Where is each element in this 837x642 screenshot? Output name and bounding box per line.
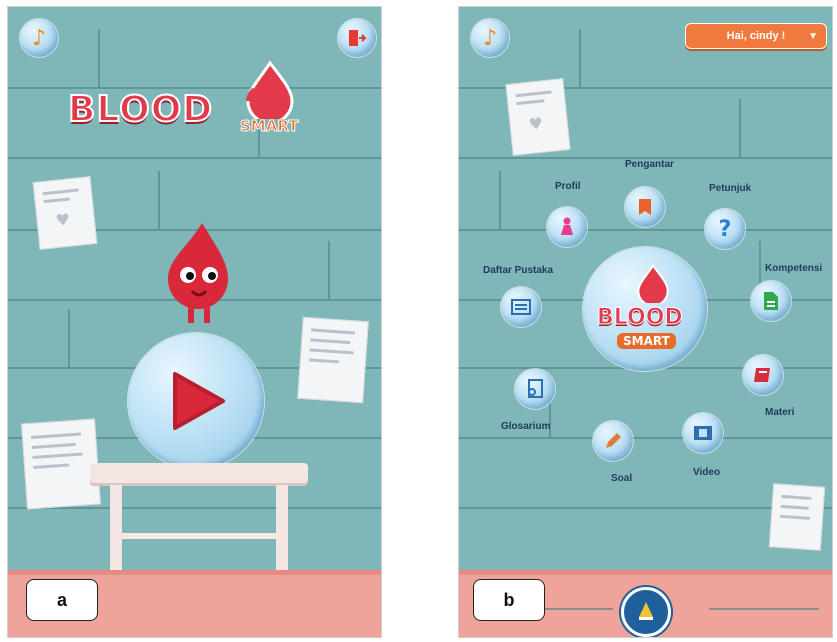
floor-divider-left	[543, 608, 613, 610]
screen-a-home: ♥ ♪ BLOOD SMART a	[7, 6, 382, 638]
menu-label: Glosarium	[501, 421, 551, 432]
exit-door-icon[interactable]	[338, 19, 376, 57]
play-icon	[173, 372, 225, 430]
chevron-down-icon: ▼	[808, 30, 818, 42]
table	[90, 463, 308, 587]
film-icon[interactable]	[683, 413, 723, 453]
document-icon[interactable]	[751, 281, 791, 321]
menu-label: Materi	[765, 407, 795, 418]
blood-drop-mascot	[158, 219, 238, 329]
center-logo-main: BLOOD	[597, 305, 684, 331]
music-note-icon[interactable]: ♪	[471, 19, 509, 57]
menu-label: Daftar Pustaka	[483, 265, 554, 276]
menu-label: Pengantar	[625, 159, 674, 170]
play-button[interactable]	[128, 333, 264, 469]
book-icon[interactable]	[743, 355, 783, 395]
poster-paper: ♥	[32, 176, 98, 250]
menu-label: Soal	[611, 473, 633, 484]
poster-paper: ♥	[505, 78, 571, 156]
poster-paper	[21, 418, 101, 510]
panel-label-a: a	[26, 579, 98, 621]
bookmark-icon[interactable]	[625, 187, 665, 227]
poster-paper	[297, 316, 369, 404]
logo-sub-text: SMART	[239, 117, 299, 136]
logo-main-text: BLOOD	[67, 88, 214, 131]
floor-divider-right	[709, 608, 819, 610]
menu-label: Video	[693, 467, 721, 478]
home-compass-button[interactable]	[621, 587, 671, 637]
screen-b-menu: ♥ ♪ Hai, cindy ! ▼ BLOOD SMART Pengantar…	[458, 6, 833, 638]
center-logo-bubble: BLOOD SMART	[583, 247, 707, 371]
music-note-icon[interactable]: ♪	[20, 19, 58, 57]
search-document-icon[interactable]	[515, 369, 555, 409]
poster-paper	[768, 483, 826, 551]
menu-label: Kompetensi	[765, 263, 823, 274]
person-icon[interactable]	[547, 207, 587, 247]
app-logo: BLOOD SMART	[67, 59, 338, 149]
user-greeting-dropdown[interactable]: Hai, cindy ! ▼	[685, 23, 827, 49]
menu-label: Profil	[555, 181, 581, 192]
greeting-text: Hai, cindy !	[726, 30, 786, 42]
list-icon[interactable]	[501, 287, 541, 327]
menu-label: Petunjuk	[709, 183, 752, 194]
compass-icon	[639, 602, 653, 620]
pencil-icon[interactable]	[593, 421, 633, 461]
center-logo-sub: SMART	[617, 333, 676, 349]
question-icon[interactable]: ?	[705, 209, 745, 249]
panel-label-b: b	[473, 579, 545, 621]
